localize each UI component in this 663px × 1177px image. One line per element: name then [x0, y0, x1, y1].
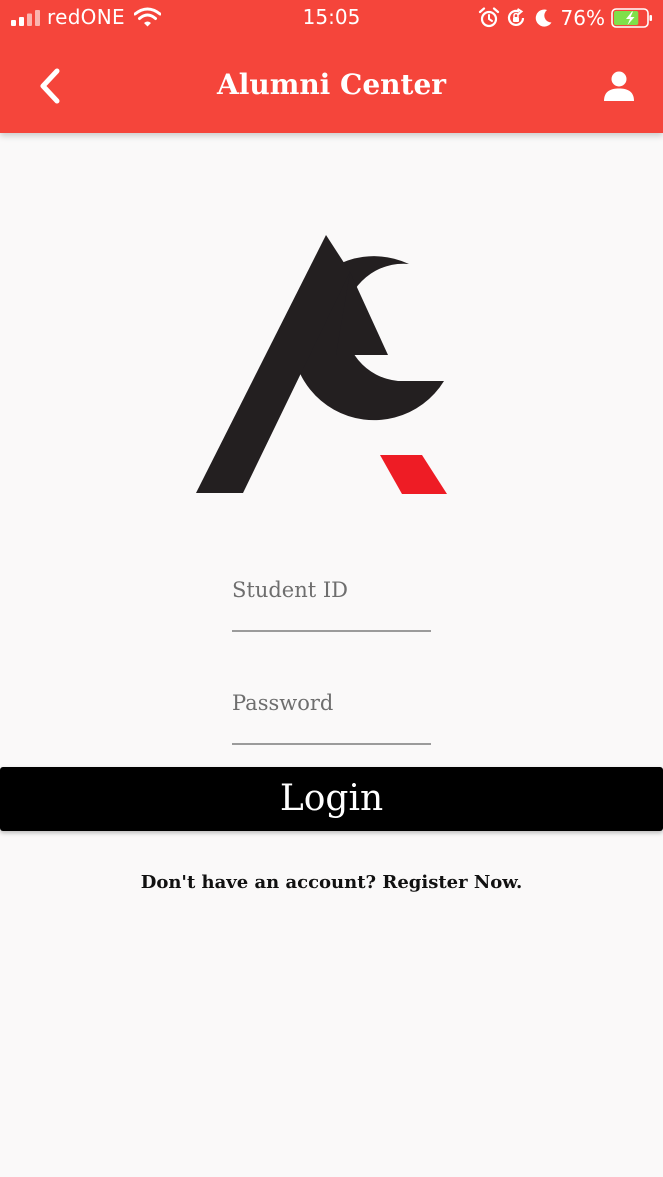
register-link[interactable]: Don't have an account? Register Now. [0, 872, 663, 893]
status-bar: redONE 15:05 76% [0, 0, 663, 36]
logo-red-accent [380, 455, 447, 494]
student-id-field [232, 572, 431, 632]
status-indicators: 76% [473, 4, 653, 32]
navigation-bar: Alumni Center [0, 54, 663, 120]
student-id-input[interactable] [232, 572, 431, 608]
battery-percent: 76% [560, 6, 605, 30]
app-header: redONE 15:05 76% Alumni Center [0, 0, 663, 133]
login-button[interactable]: Login [0, 767, 663, 831]
alarm-clock-icon [478, 7, 499, 28]
profile-button[interactable] [597, 66, 641, 106]
moon-icon [535, 9, 552, 27]
password-input[interactable] [232, 685, 431, 721]
orientation-lock-icon [507, 8, 524, 27]
page-title: Alumni Center [216, 68, 447, 101]
ac-logo [196, 235, 453, 494]
user-icon [604, 71, 634, 101]
battery-icon [611, 8, 652, 28]
password-field [232, 685, 431, 745]
